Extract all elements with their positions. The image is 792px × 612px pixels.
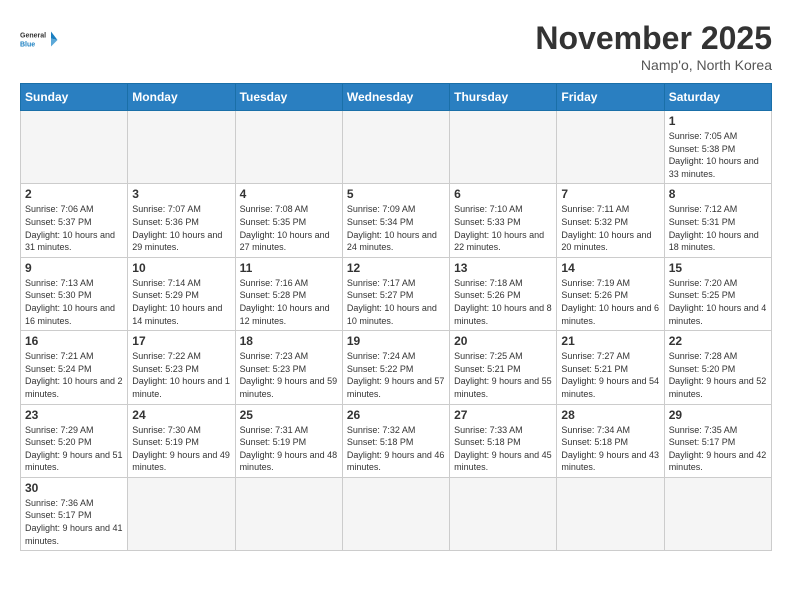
- header-sunday: Sunday: [21, 84, 128, 111]
- header-friday: Friday: [557, 84, 664, 111]
- day-11: 11 Sunrise: 7:16 AM Sunset: 5:28 PM Dayl…: [235, 257, 342, 330]
- day-30: 30 Sunrise: 7:36 AM Sunset: 5:17 PM Dayl…: [21, 477, 128, 550]
- day-7: 7 Sunrise: 7:11 AM Sunset: 5:32 PM Dayli…: [557, 184, 664, 257]
- empty-cell: [128, 477, 235, 550]
- empty-cell: [450, 477, 557, 550]
- day-29: 29 Sunrise: 7:35 AM Sunset: 5:17 PM Dayl…: [664, 404, 771, 477]
- day-14: 14 Sunrise: 7:19 AM Sunset: 5:26 PM Dayl…: [557, 257, 664, 330]
- day-28: 28 Sunrise: 7:34 AM Sunset: 5:18 PM Dayl…: [557, 404, 664, 477]
- day-13: 13 Sunrise: 7:18 AM Sunset: 5:26 PM Dayl…: [450, 257, 557, 330]
- empty-cell: [21, 111, 128, 184]
- day-1: 1 Sunrise: 7:05 AM Sunset: 5:38 PM Dayli…: [664, 111, 771, 184]
- day-5: 5 Sunrise: 7:09 AM Sunset: 5:34 PM Dayli…: [342, 184, 449, 257]
- empty-cell: [235, 477, 342, 550]
- empty-cell: [557, 477, 664, 550]
- svg-text:Blue: Blue: [20, 42, 35, 49]
- day-8: 8 Sunrise: 7:12 AM Sunset: 5:31 PM Dayli…: [664, 184, 771, 257]
- empty-cell: [128, 111, 235, 184]
- week-row-5: 23 Sunrise: 7:29 AM Sunset: 5:20 PM Dayl…: [21, 404, 772, 477]
- empty-cell: [557, 111, 664, 184]
- day-10: 10 Sunrise: 7:14 AM Sunset: 5:29 PM Dayl…: [128, 257, 235, 330]
- day-27: 27 Sunrise: 7:33 AM Sunset: 5:18 PM Dayl…: [450, 404, 557, 477]
- svg-text:General: General: [20, 33, 46, 40]
- day-26: 26 Sunrise: 7:32 AM Sunset: 5:18 PM Dayl…: [342, 404, 449, 477]
- header-thursday: Thursday: [450, 84, 557, 111]
- day-15: 15 Sunrise: 7:20 AM Sunset: 5:25 PM Dayl…: [664, 257, 771, 330]
- day-20: 20 Sunrise: 7:25 AM Sunset: 5:21 PM Dayl…: [450, 331, 557, 404]
- month-title: November 2025: [535, 20, 772, 57]
- logo: General Blue: [20, 20, 60, 60]
- weekday-header-row: Sunday Monday Tuesday Wednesday Thursday…: [21, 84, 772, 111]
- day-3: 3 Sunrise: 7:07 AM Sunset: 5:36 PM Dayli…: [128, 184, 235, 257]
- header-saturday: Saturday: [664, 84, 771, 111]
- header-tuesday: Tuesday: [235, 84, 342, 111]
- title-block: November 2025 Namp'o, North Korea: [535, 20, 772, 73]
- week-row-6: 30 Sunrise: 7:36 AM Sunset: 5:17 PM Dayl…: [21, 477, 772, 550]
- day-21: 21 Sunrise: 7:27 AM Sunset: 5:21 PM Dayl…: [557, 331, 664, 404]
- day-12: 12 Sunrise: 7:17 AM Sunset: 5:27 PM Dayl…: [342, 257, 449, 330]
- empty-cell: [235, 111, 342, 184]
- day-9: 9 Sunrise: 7:13 AM Sunset: 5:30 PM Dayli…: [21, 257, 128, 330]
- day-23: 23 Sunrise: 7:29 AM Sunset: 5:20 PM Dayl…: [21, 404, 128, 477]
- calendar-table: Sunday Monday Tuesday Wednesday Thursday…: [20, 83, 772, 551]
- location: Namp'o, North Korea: [535, 57, 772, 73]
- header-monday: Monday: [128, 84, 235, 111]
- empty-cell: [342, 111, 449, 184]
- day-25: 25 Sunrise: 7:31 AM Sunset: 5:19 PM Dayl…: [235, 404, 342, 477]
- empty-cell: [450, 111, 557, 184]
- empty-cell: [664, 477, 771, 550]
- header-wednesday: Wednesday: [342, 84, 449, 111]
- day-2: 2 Sunrise: 7:06 AM Sunset: 5:37 PM Dayli…: [21, 184, 128, 257]
- day-18: 18 Sunrise: 7:23 AM Sunset: 5:23 PM Dayl…: [235, 331, 342, 404]
- week-row-1: 1 Sunrise: 7:05 AM Sunset: 5:38 PM Dayli…: [21, 111, 772, 184]
- empty-cell: [342, 477, 449, 550]
- week-row-2: 2 Sunrise: 7:06 AM Sunset: 5:37 PM Dayli…: [21, 184, 772, 257]
- day-4: 4 Sunrise: 7:08 AM Sunset: 5:35 PM Dayli…: [235, 184, 342, 257]
- day-6: 6 Sunrise: 7:10 AM Sunset: 5:33 PM Dayli…: [450, 184, 557, 257]
- day-22: 22 Sunrise: 7:28 AM Sunset: 5:20 PM Dayl…: [664, 331, 771, 404]
- day-17: 17 Sunrise: 7:22 AM Sunset: 5:23 PM Dayl…: [128, 331, 235, 404]
- day-24: 24 Sunrise: 7:30 AM Sunset: 5:19 PM Dayl…: [128, 404, 235, 477]
- day-19: 19 Sunrise: 7:24 AM Sunset: 5:22 PM Dayl…: [342, 331, 449, 404]
- week-row-4: 16 Sunrise: 7:21 AM Sunset: 5:24 PM Dayl…: [21, 331, 772, 404]
- logo-icon: General Blue: [20, 20, 60, 60]
- week-row-3: 9 Sunrise: 7:13 AM Sunset: 5:30 PM Dayli…: [21, 257, 772, 330]
- page-header: General Blue November 2025 Namp'o, North …: [20, 20, 772, 73]
- day-16: 16 Sunrise: 7:21 AM Sunset: 5:24 PM Dayl…: [21, 331, 128, 404]
